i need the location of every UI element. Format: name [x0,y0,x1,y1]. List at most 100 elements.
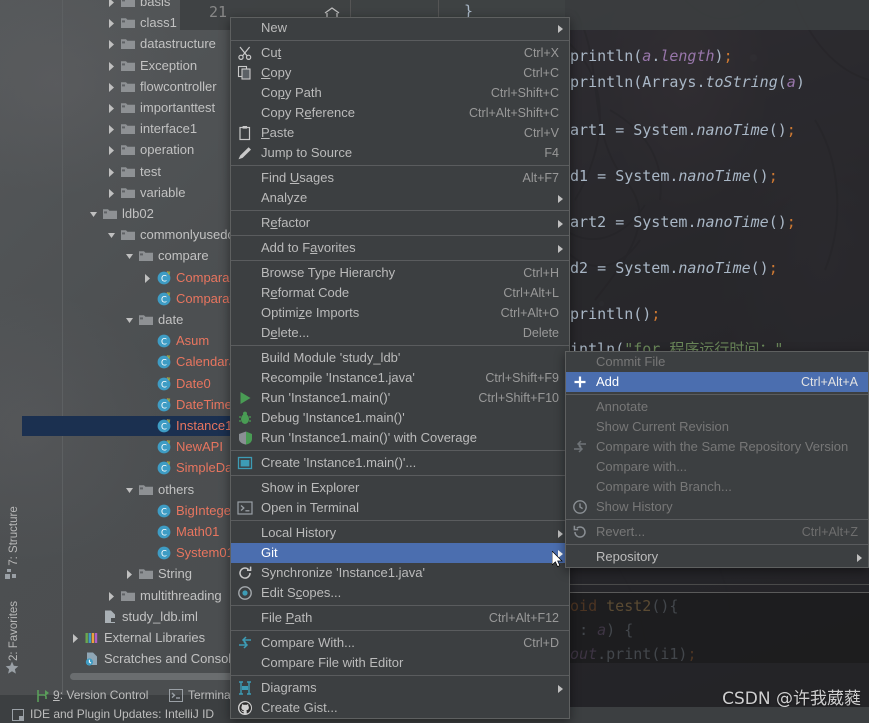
status-bar-text[interactable]: IDE and Plugin Updates: IntelliJ ID [30,707,214,721]
menu-item-optimize-imports[interactable]: Optimize Imports Ctrl+Alt+O [231,303,569,323]
chevron-right-icon[interactable] [142,268,153,288]
tree-item-label: External Libraries [104,630,206,645]
menu-item-open-in-terminal[interactable]: Open in Terminal [231,498,569,518]
menu-item-label: Open in Terminal [261,500,360,515]
menu-item-compare-with-branch: Compare with Branch... [566,477,868,497]
menu-item-shortcut: Ctrl+D [523,636,559,650]
menu-item-new[interactable]: New [231,18,569,38]
menu-item-label: Synchronize 'Instance1.java' [261,565,425,580]
menu-item-create-gist[interactable]: Create Gist... [231,698,569,718]
chevron-right-icon[interactable] [106,119,117,139]
chevron-right-icon[interactable] [106,162,117,182]
menu-item-compare-file-with-editor[interactable]: Compare File with Editor [231,653,569,673]
menu-item-diagrams[interactable]: Diagrams [231,678,569,698]
menu-item-run-instance1-main[interactable]: Run 'Instance1.main()' Ctrl+Shift+F10 [231,388,569,408]
folder-icon [138,312,154,328]
menu-item-label: Run 'Instance1.main()' [261,390,391,405]
tree-item-label: variable [140,184,186,200]
chevron-right-icon [558,25,563,33]
editor-lower-split-pane[interactable] [565,593,869,663]
chevron-right-icon[interactable] [124,564,135,584]
menu-item-git[interactable]: Git [231,543,569,563]
chevron-right-icon[interactable] [106,98,117,118]
menu-item-compare-with[interactable]: Compare With... Ctrl+D [231,633,569,653]
chevron-right-icon[interactable] [70,628,81,648]
menu-item-browse-type-hierarchy[interactable]: Browse Type Hierarchy Ctrl+H [231,263,569,283]
tree-item-label: NewAPI [176,439,223,455]
menu-item-recompile-instance1-java[interactable]: Recompile 'Instance1.java' Ctrl+Shift+F9 [231,368,569,388]
menu-item-add[interactable]: Add Ctrl+Alt+A [566,372,868,392]
chevron-down-icon[interactable] [124,310,135,330]
folder-icon [120,36,136,52]
chevron-right-icon[interactable] [106,140,117,160]
menu-item-file-path[interactable]: File Path Ctrl+Alt+F12 [231,608,569,628]
rail-structure-label[interactable]: 7: Structure [8,496,20,576]
menu-item-local-history[interactable]: Local History [231,523,569,543]
chevron-down-icon[interactable] [88,204,99,224]
svg-text:C: C [161,359,167,369]
chevron-down-icon[interactable] [124,246,135,266]
menu-item-delete[interactable]: Delete... Delete [231,323,569,343]
menu-separator [231,235,569,236]
menu-separator [566,519,868,520]
chevron-right-icon[interactable] [106,183,117,203]
menu-item-build-module-study-ldb[interactable]: Build Module 'study_ldb' [231,348,569,368]
menu-item-copy-path[interactable]: Copy Path Ctrl+Shift+C [231,83,569,103]
menu-item-label: Recompile 'Instance1.java' [261,370,415,385]
menu-item-compare-with: Compare with... [566,457,868,477]
menu-item-run-instance1-main-with-coverage[interactable]: Run 'Instance1.main()' with Coverage [231,428,569,448]
menu-item-jump-to-source[interactable]: Jump to Source F4 [231,143,569,163]
chevron-right-icon[interactable] [106,34,117,54]
menu-item-shortcut: Ctrl+Alt+Z [801,525,858,539]
code-line: nd1 = System.nanoTime(); [565,167,778,185]
chevron-right-icon[interactable] [106,13,117,33]
menu-item-repository[interactable]: Repository [566,547,868,567]
scopes-icon [237,585,253,601]
left-tool-rail[interactable]: 7: Structure 2: Favorites [0,0,22,695]
chevron-right-icon[interactable] [106,77,117,97]
svg-text:C: C [161,274,167,284]
git-submenu[interactable]: Commit File Add Ctrl+Alt+A Annotate Show Cur… [565,351,869,568]
menu-item-show-in-explorer[interactable]: Show in Explorer [231,478,569,498]
menu-item-label: Create Gist... [261,700,338,715]
menu-item-debug-instance1-main[interactable]: Debug 'Instance1.main()' [231,408,569,428]
java-class-runnable-icon: C [156,397,172,413]
menu-item-synchronize-instance1-java[interactable]: Synchronize 'Instance1.java' [231,563,569,583]
menu-item-create-instance1-main[interactable]: Create 'Instance1.main()'... [231,453,569,473]
folder-icon [120,0,136,10]
menu-item-label: Diagrams [261,680,317,695]
tree-item-label: System01 [176,545,234,561]
tree-item-label: basis [140,0,171,9]
tree-item-label: SimpleDat [176,460,236,476]
svg-text:C: C [161,295,167,305]
csdn-watermark: CSDN @许我葳蕤 [722,689,861,709]
chevron-right-icon[interactable] [106,56,117,76]
chevron-right-icon[interactable] [106,586,117,606]
java-class-icon: C [156,524,172,540]
compare-icon [237,635,253,651]
context-menu[interactable]: New Cut Ctrl+X Copy Ctrl+C Copy Path Ctrl+Shif… [230,17,570,719]
terminal-icon [169,689,183,702]
menu-item-copy[interactable]: Copy Ctrl+C [231,63,569,83]
chevron-right-icon[interactable] [106,0,117,12]
tree-item-label: test [140,163,161,179]
chevron-down-icon[interactable] [106,225,117,245]
version-control-button[interactable]: 99: Version Control: Version Control [53,688,148,702]
menu-item-add-to-favorites[interactable]: Add to Favorites [231,238,569,258]
menu-item-find-usages[interactable]: Find Usages Alt+F7 [231,168,569,188]
chevron-right-icon [558,220,563,228]
rail-favorites-label[interactable]: 2: Favorites [8,591,20,671]
menu-item-cut[interactable]: Cut Ctrl+X [231,43,569,63]
terminal-button[interactable]: Terminal [188,688,233,702]
chevron-down-icon[interactable] [124,480,135,500]
menu-item-analyze[interactable]: Analyze [231,188,569,208]
menu-item-reformat-code[interactable]: Reformat Code Ctrl+Alt+L [231,283,569,303]
menu-item-refactor[interactable]: Refactor [231,213,569,233]
menu-item-paste[interactable]: Paste Ctrl+V [231,123,569,143]
menu-item-copy-reference[interactable]: Copy Reference Ctrl+Alt+Shift+C [231,103,569,123]
menu-separator [231,165,569,166]
menu-item-shortcut: Ctrl+C [523,66,559,80]
menu-item-label: Add to Favorites [261,240,356,255]
menu-item-edit-scopes[interactable]: Edit Scopes... [231,583,569,603]
menu-item-label: Compare with... [596,459,688,474]
